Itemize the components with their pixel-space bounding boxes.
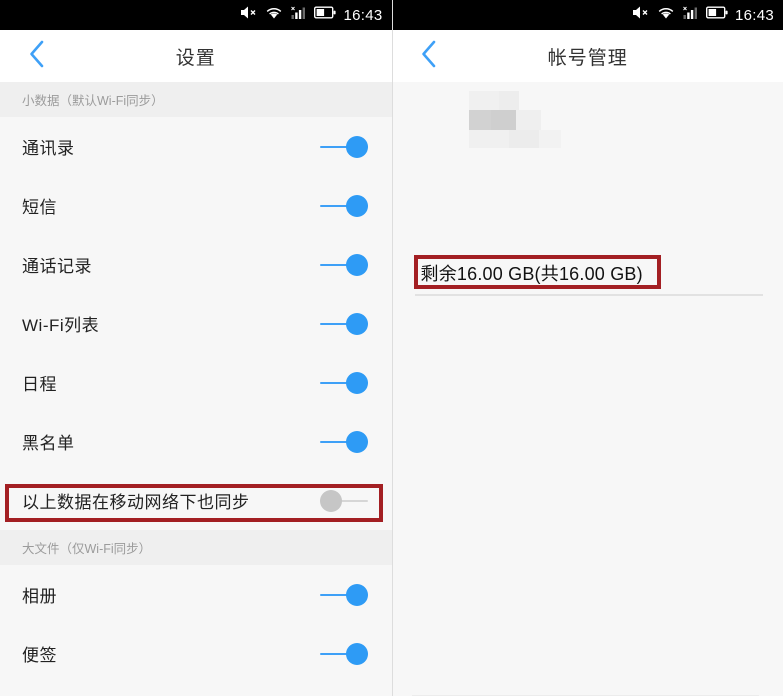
status-bar-right: 16:43 [392,0,783,30]
list-item-sms[interactable]: 短信 [0,176,392,235]
signal-no-service-icon [683,6,698,25]
chevron-left-icon [420,39,437,74]
toggle-sms[interactable] [319,194,368,217]
battery-icon [314,6,337,24]
list-item-label: 通话记录 [22,257,92,276]
small-data-list: 通讯录 短信 通话记录 Wi-Fi列表 日程 黑名单 以上数据在移动网络下也同步 [0,117,392,530]
redaction-pixel [515,110,541,130]
redaction-pixel [490,110,516,130]
list-item-label: 黑名单 [22,434,75,453]
toggle-knob [319,489,342,512]
list-item-mobile-network-sync[interactable]: 以上数据在移动网络下也同步 [0,471,392,530]
settings-screen: 16:43 设置 小数据（默认Wi-Fi同步） 通讯录 短信 通话记录 Wi-F… [0,0,392,696]
back-button-settings[interactable] [14,30,58,82]
list-item-contacts[interactable]: 通讯录 [0,117,392,176]
status-bar-clock-right: 16:43 [734,6,774,24]
toggle-mobile-network-sync[interactable] [319,489,368,512]
toggle-album[interactable] [319,583,368,606]
toggle-call-log[interactable] [319,253,368,276]
left-title-bar: 设置 [0,30,392,82]
toggle-knob [345,253,368,276]
list-item-notes[interactable]: 便签 [0,624,392,683]
account-name-redaction [468,91,561,149]
battery-icon [705,6,728,24]
toggle-blacklist[interactable] [319,430,368,453]
redaction-pixel [498,91,519,110]
list-item-calendar[interactable]: 日程 [0,353,392,412]
list-item-label: 相册 [22,587,57,606]
redaction-pixel [468,91,499,110]
volume-mute-icon [240,5,257,25]
list-item-label: 日程 [22,375,57,394]
status-bar-left: 16:43 [0,0,392,30]
list-item-label: 便签 [22,646,57,665]
redaction-pixel [468,110,491,130]
page-title-settings: 设置 [175,47,216,69]
toggle-knob [345,194,368,217]
right-title-bar: 帐号管理 [392,30,783,82]
section-header-small-data: 小数据（默认Wi-Fi同步） [0,82,392,117]
redaction-pixel [508,130,539,148]
volume-mute-icon [632,5,649,25]
list-item-blacklist[interactable]: 黑名单 [0,412,392,471]
list-item-label: Wi-Fi列表 [22,316,100,335]
toggle-contacts[interactable] [319,135,368,158]
toggle-knob [345,312,368,335]
toggle-knob [345,642,368,665]
signal-no-service-icon [291,6,306,25]
status-bar-clock-left: 16:43 [343,6,383,24]
account-content: 剩余16.00 GB(共16.00 GB) 退出帐号 [392,82,783,696]
list-item-label: 通讯录 [22,139,75,158]
large-files-list: 相册 便签 [0,565,392,683]
back-button-account[interactable] [407,30,451,82]
list-item-album[interactable]: 相册 [0,565,392,624]
list-item-wifi-list[interactable]: Wi-Fi列表 [0,294,392,353]
list-item-label: 以上数据在移动网络下也同步 [22,493,250,512]
page-title-account: 帐号管理 [547,47,628,69]
toggle-notes[interactable] [319,642,368,665]
redaction-pixel [538,130,561,148]
chevron-left-icon [28,39,45,74]
toggle-wifi-list[interactable] [319,312,368,335]
dual-screenshot-container: 16:43 设置 小数据（默认Wi-Fi同步） 通讯录 短信 通话记录 Wi-F… [0,0,783,696]
wifi-icon [657,6,675,25]
toggle-knob [345,430,368,453]
toggle-knob [345,135,368,158]
wifi-icon [265,6,283,25]
list-item-label: 短信 [22,198,57,217]
section-header-large-files: 大文件（仅Wi-Fi同步） [0,530,392,565]
toggle-knob [345,583,368,606]
redaction-pixel [468,130,509,148]
toggle-calendar[interactable] [319,371,368,394]
list-item-call-log[interactable]: 通话记录 [0,235,392,294]
content-divider [414,294,763,296]
toggle-knob [345,371,368,394]
status-icon-group [240,5,337,25]
account-management-screen: 16:43 帐号管理 剩余16.00 GB(共16.00 GB) [392,0,783,696]
status-icon-group [632,5,728,25]
storage-summary-text: 剩余16.00 GB(共16.00 GB) [420,264,643,284]
